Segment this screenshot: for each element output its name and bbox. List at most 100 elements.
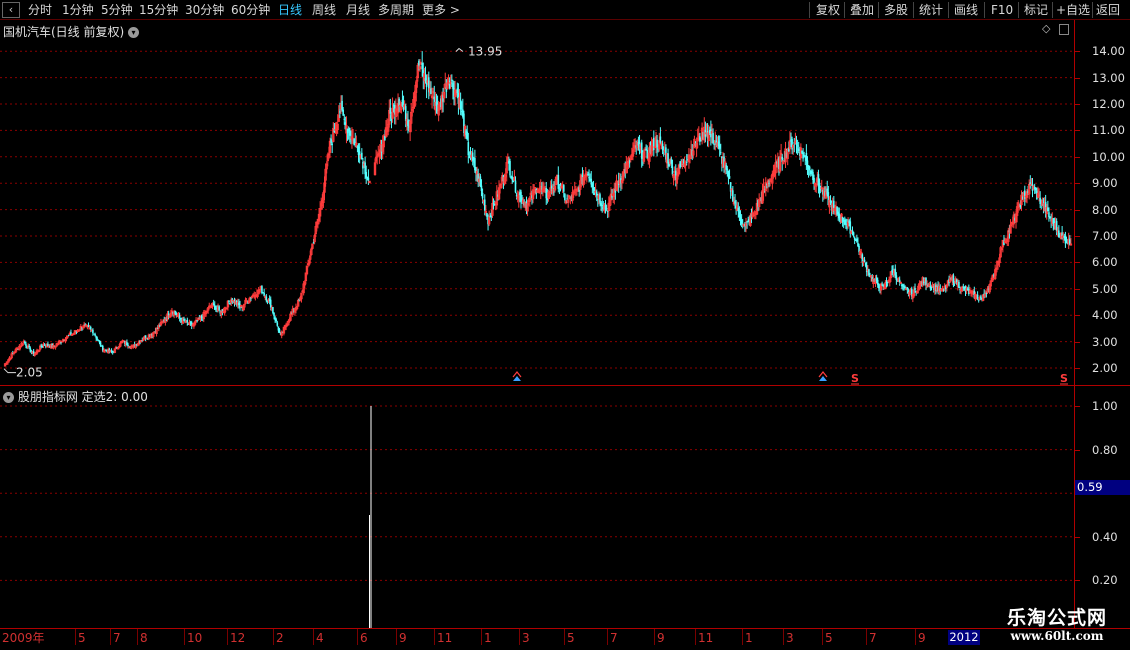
period-toolbar: ‹ 分时 1分钟 5分钟 15分钟 30分钟 60分钟 日线 周线 月线 多周期… [0,0,1130,20]
candle-body [98,341,101,343]
candle-body [746,221,748,223]
price-axis-label: 12.00 [1092,97,1125,111]
return-button[interactable]: 返回 [1096,0,1120,20]
candle-body [659,136,662,143]
axis-tick-mark [1075,236,1080,237]
candle-body [515,195,518,197]
candle-body [732,190,734,202]
axis-tick-mark [1075,183,1080,185]
mark-button[interactable]: 标记 [1024,0,1048,20]
candle-body [685,161,688,163]
date-tick [607,629,608,645]
date-tick [184,629,185,645]
tab-5min[interactable]: 5分钟 [101,0,133,20]
date-tick [564,629,565,645]
multi-stock-button[interactable]: 多股 [884,0,908,20]
date-tick [783,629,784,645]
date-axis-label: 11 [437,631,453,645]
candle-body [808,166,811,171]
date-axis-label: 7 [113,631,121,645]
candle-body [818,182,821,191]
draw-line-button[interactable]: 画线 [954,0,978,20]
candle-body [1049,217,1051,219]
price-axis-label: 9.00 [1092,176,1118,191]
tab-30min[interactable]: 30分钟 [185,0,224,20]
candle-body [398,98,400,106]
indicator-axis-label: 0.20 [1092,573,1118,588]
candle-body [906,287,909,290]
candle-body [486,213,488,217]
candlestick-chart[interactable]: 13.95 2.05 S S [0,20,1074,385]
tab-intraday[interactable]: 分时 [28,0,52,20]
date-axis-label: 1 [745,631,753,645]
candle-body [331,143,333,145]
candle-body [367,177,370,181]
candle-body [980,296,982,299]
overlay-button[interactable]: 叠加 [850,0,874,20]
date-tick [519,629,520,645]
statistics-button[interactable]: 统计 [919,0,943,20]
toolbar-divider [844,2,845,18]
toolbar-divider [1092,2,1093,18]
candle-body [354,141,357,143]
candle-body [92,329,94,334]
candle-body [404,106,407,121]
candle-body [605,208,608,210]
axis-tick-mark [1075,368,1080,369]
candle-body [864,262,867,266]
f10-button[interactable]: F10 [991,0,1013,20]
tab-weekly[interactable]: 周线 [312,0,336,20]
candle-body [656,139,658,148]
candle-body [737,207,740,212]
candle-body [87,325,90,328]
chevron-down-icon[interactable]: ▾ [3,392,14,403]
date-tick [227,629,228,645]
candle-body [646,149,649,159]
candle-body [456,88,459,94]
candle-body [47,343,49,346]
price-chart-panel: 国机汽车(日线 前复权) ▾ ◇ 13.95 2.05 S S [0,20,1074,385]
date-axis-label: 9 [657,631,665,645]
low-label: 2.05 [16,366,43,380]
tab-multi-period[interactable]: 多周期 [378,0,414,20]
indicator-axis-label: 1.00 [1092,399,1118,413]
candle-body [713,143,715,145]
axis-tick-mark [1075,315,1080,317]
tab-monthly[interactable]: 月线 [346,0,370,20]
tab-daily[interactable]: 日线 [278,0,302,20]
indicator-axis-label: 0.40 [1092,529,1118,544]
date-tick [434,629,435,645]
candle-body [791,139,793,150]
candle-body [653,137,655,151]
candle-body [430,88,432,94]
price-axis-label: 6.00 [1092,255,1118,270]
candle-body [942,289,945,291]
candle-body [384,136,386,140]
adjust-button[interactable]: 复权 [816,0,840,20]
candle-body [459,99,462,110]
add-watchlist-button[interactable]: +自选 [1056,0,1090,20]
candle-body [599,194,601,203]
candle-body [96,338,99,340]
back-arrow-icon[interactable]: ‹ [2,2,20,18]
tab-15min[interactable]: 15分钟 [139,0,178,20]
indicator-chart[interactable] [0,386,1074,628]
watermark-title: 乐淘公式网 [1006,607,1107,629]
candle-body [1039,197,1041,204]
candle-body [263,292,265,296]
candle-body [559,188,562,190]
axis-tick-mark [1075,130,1080,132]
candle-body [246,302,249,304]
candle-body [593,189,596,192]
candle-body [312,242,315,244]
candle-body [41,345,44,347]
candle-body [448,83,451,89]
price-axis-label: 8.00 [1092,202,1118,217]
tab-1min[interactable]: 1分钟 [62,0,94,20]
tab-more[interactable]: 更多 > [422,0,460,20]
toolbar-divider [809,2,810,18]
axis-tick-mark [1075,262,1080,264]
buy-signal-icon [819,376,827,381]
candle-body [67,335,70,337]
tab-60min[interactable]: 60分钟 [231,0,270,20]
